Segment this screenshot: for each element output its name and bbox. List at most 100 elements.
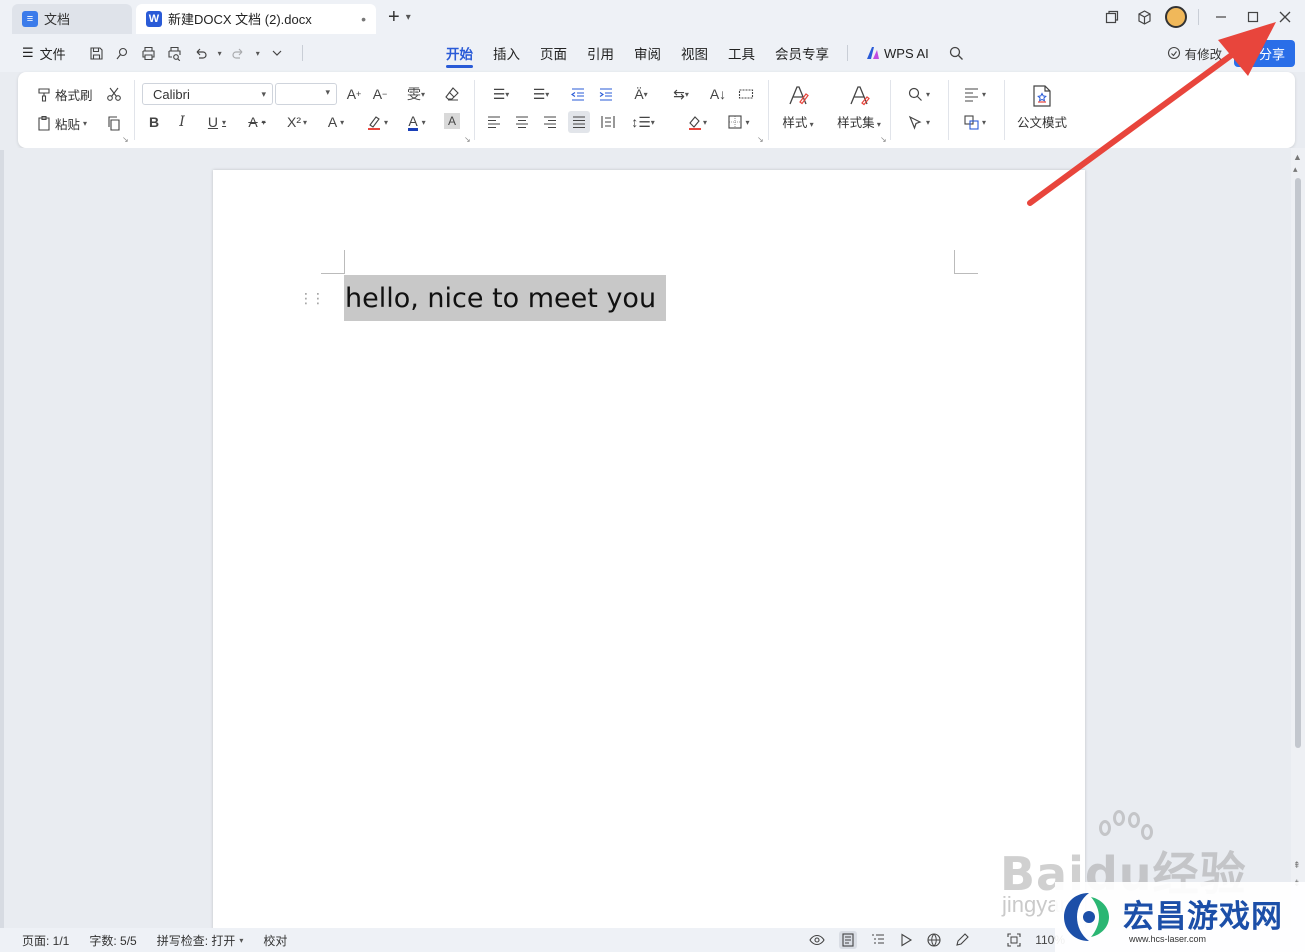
export-icon[interactable] (114, 44, 132, 62)
select-icon[interactable]: ▾ (904, 112, 934, 132)
sort-icon[interactable]: A↓ (708, 84, 728, 104)
bullet-list-icon[interactable]: ☰ ▾ (486, 84, 516, 104)
minimize-button[interactable] (1205, 0, 1237, 34)
vertical-scrollbar[interactable]: ▲ ▴ ⇞ ⇟ (1291, 148, 1305, 928)
format-painter-button[interactable]: 格式刷 (36, 83, 93, 105)
tab-home-docs[interactable]: ≡ 文档 (12, 3, 132, 34)
print-preview-icon[interactable] (166, 44, 184, 62)
page-indicator[interactable]: 页面: 1/1 (12, 932, 79, 949)
eye-icon[interactable] (809, 932, 825, 948)
official-doc-mode-button[interactable]: 公文模式 (1012, 80, 1072, 140)
scroll-up-icon[interactable]: ▲ (1293, 152, 1302, 162)
copy-icon[interactable] (104, 113, 124, 133)
game-site-logo-icon (1064, 893, 1109, 941)
word-count[interactable]: 字数: 5/5 (79, 932, 146, 949)
page-view-icon[interactable] (839, 931, 858, 949)
undo-icon[interactable] (192, 44, 210, 62)
increase-indent-icon[interactable] (596, 84, 616, 104)
numbered-list-icon[interactable]: ☰ ▾ (526, 84, 556, 104)
text-direction-icon[interactable]: ⇆ ▾ (666, 84, 696, 104)
undo-chevron-icon[interactable]: ▾ (218, 49, 222, 58)
tab-8[interactable]: 会员专享 (765, 34, 839, 72)
distributed-align-icon[interactable] (598, 112, 618, 132)
strikethrough-icon[interactable]: A ▾ (242, 112, 272, 132)
more-quick-access-icon[interactable] (268, 44, 286, 62)
underline-icon[interactable]: U ▾ (202, 112, 232, 132)
align-left-icon[interactable] (484, 112, 504, 132)
shrink-font-icon[interactable]: A − (370, 84, 390, 104)
page-up-icon[interactable]: ⇞ (1293, 860, 1301, 871)
justify-icon[interactable] (568, 111, 590, 133)
fit-page-icon[interactable] (1007, 933, 1021, 947)
web-view-icon[interactable] (927, 933, 941, 947)
redo-chevron-icon[interactable]: ▾ (256, 49, 260, 58)
outline-view-icon[interactable] (871, 933, 885, 947)
shading-icon[interactable]: ▾ (682, 112, 712, 132)
style-set-button[interactable]: 样式集 ▾ (824, 80, 894, 140)
game-site-watermark: 宏昌游戏网 www.hcs-laser.com (1055, 882, 1305, 952)
styles-dialog-launcher-icon[interactable]: ↘ (880, 135, 887, 144)
align-right-icon[interactable] (540, 112, 560, 132)
phonetic-guide-icon[interactable]: 雯 ▾ (402, 84, 430, 104)
pen-icon[interactable] (955, 933, 969, 947)
new-tab-button[interactable]: + (388, 6, 400, 29)
restore-windows-icon[interactable] (1096, 0, 1128, 34)
borders-icon[interactable]: ▾ (724, 112, 754, 132)
font-size-select[interactable]: ▾ (275, 83, 337, 105)
text-effects-icon[interactable]: A ▾ (321, 112, 351, 132)
change-case-icon[interactable]: Ä ▾ (626, 84, 656, 104)
character-shading-icon[interactable]: A (444, 113, 460, 129)
scrollbar-thumb[interactable] (1295, 178, 1301, 748)
tab-6[interactable]: 视图 (671, 34, 718, 72)
scroll-up-arrow-icon[interactable]: ▴ (1293, 164, 1298, 175)
search-icon[interactable] (939, 34, 974, 72)
find-icon[interactable]: ▾ (904, 84, 934, 104)
font-name-select[interactable]: Calibri ▾ (142, 83, 273, 105)
file-menu[interactable]: ☰ 文件 (22, 44, 66, 63)
close-button[interactable] (1269, 0, 1301, 34)
user-avatar[interactable] (1160, 0, 1192, 34)
document-page[interactable]: ⋮⋮ hello, nice to meet you (213, 170, 1085, 930)
redo-icon[interactable] (230, 44, 248, 62)
paragraph-dialog-launcher-icon[interactable]: ↘ (757, 135, 764, 144)
clear-format-icon[interactable] (442, 84, 462, 104)
clipboard-dialog-launcher-icon[interactable]: ↘ (122, 135, 129, 144)
highlight-icon[interactable]: ▾ (362, 112, 392, 132)
tab-2[interactable]: 插入 (483, 34, 530, 72)
save-icon[interactable] (88, 44, 106, 62)
arrange-icon[interactable]: ▾ (960, 112, 990, 132)
print-icon[interactable] (140, 44, 158, 62)
paste-button[interactable]: 粘贴 ▾ (36, 112, 87, 134)
grow-font-icon[interactable]: A + (344, 84, 364, 104)
play-icon[interactable] (899, 933, 913, 947)
superscript-icon[interactable]: X² ▾ (282, 112, 312, 132)
tab-document[interactable]: W 新建DOCX 文档 (2).docx • (136, 3, 376, 34)
wps-ai-button[interactable]: WPS AI (856, 34, 939, 72)
tab-3[interactable]: 页面 (530, 34, 577, 72)
tab-7[interactable]: 工具 (718, 34, 765, 72)
changes-indicator[interactable]: 有修改 (1167, 44, 1222, 63)
font-dialog-launcher-icon[interactable]: ↘ (464, 135, 471, 144)
menu-row: ☰ 文件 ▾ ▾ 开始 插入 页面 引用 审阅 视图 工具 会员专享 WPS AI 有修改 ⇪ … (0, 34, 1305, 72)
spell-check-toggle[interactable]: 拼写检查: 打开 ▾ (147, 932, 254, 949)
document-paragraph[interactable]: hello, nice to meet you (344, 275, 667, 321)
tab-4[interactable]: 引用 (577, 34, 624, 72)
text-layout-icon[interactable]: ▾ (960, 84, 990, 104)
cut-icon[interactable] (104, 84, 124, 104)
show-marks-icon[interactable] (736, 84, 756, 104)
proofread-button[interactable]: 校对 (253, 932, 297, 949)
tab-1[interactable]: 开始 (436, 34, 483, 72)
styles-button[interactable]: 样式 ▾ (770, 80, 826, 140)
decrease-indent-icon[interactable] (568, 84, 588, 104)
maximize-button[interactable] (1237, 0, 1269, 34)
tab-5[interactable]: 审阅 (624, 34, 671, 72)
paragraph-drag-handle-icon[interactable]: ⋮⋮ (299, 290, 325, 307)
line-spacing-icon[interactable]: ↕☰ ▾ (628, 112, 658, 132)
share-button[interactable]: ⇪ 分享 (1234, 39, 1295, 67)
cube-icon[interactable] (1128, 0, 1160, 34)
align-center-icon[interactable] (512, 112, 532, 132)
bold-icon[interactable]: B (144, 112, 164, 132)
italic-icon[interactable]: I (172, 112, 192, 132)
font-color-icon[interactable]: A ▾ (402, 112, 432, 132)
tab-list-chevron-icon[interactable]: ▾ (406, 12, 411, 23)
